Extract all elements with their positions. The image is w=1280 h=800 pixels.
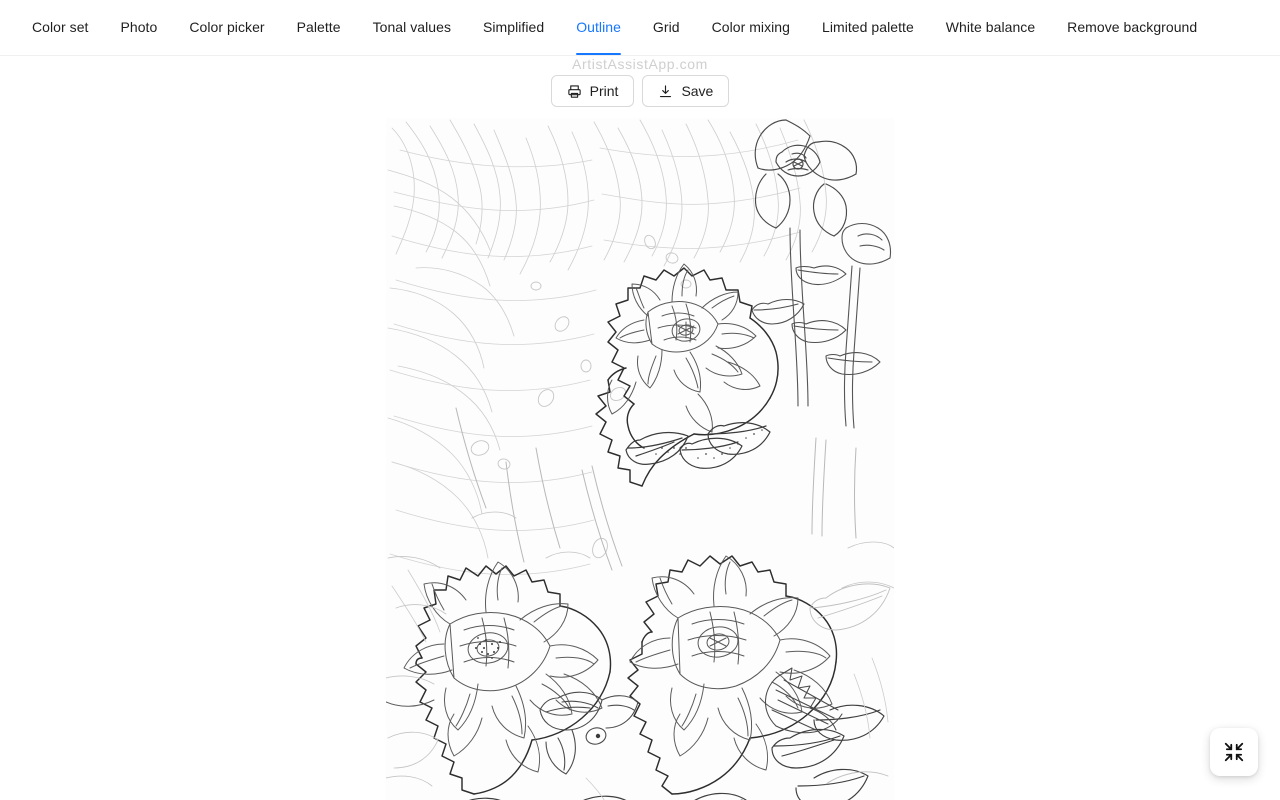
print-button[interactable]: Print (550, 75, 635, 107)
save-button[interactable]: Save (642, 75, 730, 107)
tab-white-balance[interactable]: White balance (930, 0, 1051, 55)
tab-label: Remove background (1067, 19, 1198, 35)
tab-label: Grid (652, 19, 680, 35)
tab-simplified[interactable]: Simplified (467, 0, 560, 55)
tab-photo[interactable]: Photo (104, 0, 173, 55)
tab-palette[interactable]: Palette (281, 0, 357, 55)
tab-label: White balance (945, 19, 1036, 35)
tab-outline[interactable]: Outline (560, 0, 637, 55)
tab-label: Simplified (483, 19, 545, 35)
tab-limited-palette[interactable]: Limited palette (806, 0, 930, 55)
tab-label: Palette (296, 19, 341, 35)
exit-fullscreen-button[interactable] (1210, 728, 1258, 776)
tab-label: Outline (576, 19, 621, 35)
outline-image-canvas[interactable]: Outline sketch of dahlia flowers (386, 118, 894, 800)
tab-bar: Color set Photo Color picker Palette Ton… (0, 0, 1280, 56)
compress-icon (1223, 741, 1245, 763)
tab-label: Limited palette (821, 19, 914, 35)
print-button-label: Print (589, 83, 619, 99)
action-button-group: Print Save (0, 75, 1280, 107)
tab-color-mixing[interactable]: Color mixing (696, 0, 806, 55)
watermark-text: ArtistAssistApp.com (572, 56, 708, 72)
tab-tonal-values[interactable]: Tonal values (357, 0, 467, 55)
tab-label: Color mixing (711, 19, 790, 35)
tab-grid[interactable]: Grid (637, 0, 696, 55)
download-icon (658, 84, 673, 99)
tab-color-picker[interactable]: Color picker (173, 0, 280, 55)
tab-label: Photo (120, 19, 158, 35)
tab-label: Color picker (189, 19, 265, 35)
outline-sketch: Outline sketch of dahlia flowers (386, 118, 894, 800)
save-button-label: Save (681, 83, 714, 99)
tab-remove-background[interactable]: Remove background (1051, 0, 1213, 55)
printer-icon (567, 84, 582, 99)
tab-color-set[interactable]: Color set (16, 0, 104, 55)
tab-label: Color set (32, 19, 89, 35)
tab-label: Tonal values (372, 19, 451, 35)
app-root: Color set Photo Color picker Palette Ton… (0, 0, 1280, 800)
